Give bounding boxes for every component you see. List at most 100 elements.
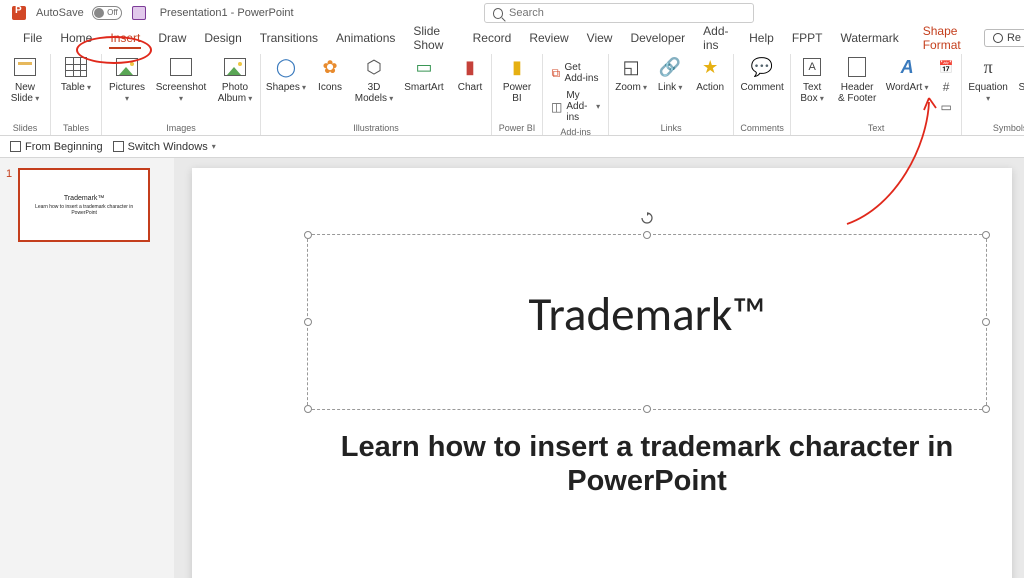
tab-design[interactable]: Design	[195, 28, 250, 48]
resize-handle[interactable]	[304, 318, 312, 326]
group-powerbi: ▮ PowerBI Power BI	[492, 54, 543, 135]
tab-animations[interactable]: Animations	[327, 28, 404, 48]
smartart-icon: ▭	[411, 54, 437, 80]
tab-transitions[interactable]: Transitions	[251, 28, 327, 48]
thumb-number: 1	[6, 168, 12, 242]
slide[interactable]: Trademark™ Learn how to insert a tradema…	[192, 168, 1012, 578]
action-button[interactable]: ★ Action	[691, 54, 729, 93]
photo-album-icon	[222, 54, 248, 80]
3d-models-icon: ⬡	[361, 54, 387, 80]
resize-handle[interactable]	[304, 231, 312, 239]
3d-models-button[interactable]: ⬡ 3DModels	[353, 54, 395, 104]
workarea: 1 Trademark™ Learn how to insert a trade…	[0, 158, 1024, 578]
slide-title[interactable]: Trademark™	[308, 285, 986, 343]
new-slide-button[interactable]: NewSlide	[4, 54, 46, 104]
ribbon-tabs: File Home Insert Draw Design Transitions…	[0, 26, 1024, 50]
powerpoint-icon	[12, 6, 26, 20]
autosave-label: AutoSave	[36, 7, 84, 19]
wordart-button[interactable]: A WordArt	[885, 54, 929, 93]
smartart-button[interactable]: ▭ SmartArt	[401, 54, 447, 93]
slide-thumbnails: 1 Trademark™ Learn how to insert a trade…	[0, 158, 174, 578]
header-footer-button[interactable]: Header& Footer	[835, 54, 879, 104]
zoom-button[interactable]: ◱ Zoom	[613, 54, 649, 93]
equation-button[interactable]: π Equation	[966, 54, 1010, 104]
link-icon: 🔗	[657, 54, 683, 80]
my-addins-button[interactable]: ◫My Add-ins▾	[547, 88, 604, 125]
date-time-button[interactable]: 📅	[935, 58, 957, 76]
tab-developer[interactable]: Developer	[621, 28, 694, 48]
tab-slideshow[interactable]: Slide Show	[404, 21, 463, 55]
screenshot-button[interactable]: Screenshot	[154, 54, 208, 104]
date-icon: 📅	[939, 60, 953, 74]
powerbi-button[interactable]: ▮ PowerBI	[496, 54, 538, 104]
ribbon: NewSlide Slides Table Tables Pictures Sc…	[0, 50, 1024, 136]
search-box[interactable]	[484, 3, 754, 23]
chart-icon: ▮	[457, 54, 483, 80]
store-icon: ⧉	[551, 66, 561, 80]
tab-home[interactable]: Home	[51, 28, 101, 48]
resize-handle[interactable]	[643, 405, 651, 413]
group-links: ◱ Zoom 🔗 Link ★ Action Links	[609, 54, 734, 135]
group-slides: NewSlide Slides	[0, 54, 51, 135]
tab-fppt[interactable]: FPPT	[783, 28, 832, 48]
zoom-icon: ◱	[618, 54, 644, 80]
tab-help[interactable]: Help	[740, 28, 783, 48]
resize-handle[interactable]	[643, 231, 651, 239]
reuse-button[interactable]: Re	[984, 29, 1024, 47]
document-title: Presentation1 - PowerPoint	[160, 7, 294, 19]
symbol-button[interactable]: Ω Symbol	[1016, 54, 1024, 93]
object-icon: ▭	[939, 100, 953, 114]
tab-view[interactable]: View	[578, 28, 622, 48]
tab-file[interactable]: File	[14, 28, 51, 48]
slide-subtitle[interactable]: Learn how to insert a trademark characte…	[307, 430, 987, 498]
group-text: A TextBox Header& Footer A WordArt 📅 # ▭…	[791, 54, 962, 135]
slide-thumbnail-1[interactable]: Trademark™ Learn how to insert a tradema…	[18, 168, 150, 242]
group-comments: 💬 Comment Comments	[734, 54, 791, 135]
tab-watermark[interactable]: Watermark	[831, 28, 907, 48]
slide-number-button[interactable]: #	[935, 78, 957, 96]
tab-record[interactable]: Record	[464, 28, 521, 48]
quick-access: From Beginning Switch Windows▾	[0, 136, 1024, 158]
comment-button[interactable]: 💬 Comment	[738, 54, 786, 93]
shapes-icon: ◯	[273, 54, 299, 80]
new-slide-icon	[12, 54, 38, 80]
pictures-button[interactable]: Pictures	[106, 54, 148, 104]
resize-handle[interactable]	[982, 405, 990, 413]
search-input[interactable]	[509, 7, 745, 19]
switch-windows-button[interactable]: Switch Windows▾	[113, 141, 216, 153]
autosave-toggle[interactable]: Off	[88, 6, 122, 20]
icons-button[interactable]: ✿ Icons	[313, 54, 347, 93]
play-icon	[10, 141, 21, 152]
table-button[interactable]: Table	[55, 54, 97, 93]
slide-canvas[interactable]: Trademark™ Learn how to insert a tradema…	[174, 158, 1024, 578]
photo-album-button[interactable]: PhotoAlbum	[214, 54, 256, 104]
link-button[interactable]: 🔗 Link	[655, 54, 685, 93]
resize-handle[interactable]	[304, 405, 312, 413]
rotate-handle[interactable]	[641, 211, 653, 223]
shapes-button[interactable]: ◯ Shapes	[265, 54, 307, 93]
tab-insert[interactable]: Insert	[101, 28, 149, 48]
header-footer-icon	[844, 54, 870, 80]
from-beginning-button[interactable]: From Beginning	[10, 141, 103, 153]
icons-icon: ✿	[317, 54, 343, 80]
chart-button[interactable]: ▮ Chart	[453, 54, 487, 93]
tab-addins[interactable]: Add-ins	[694, 21, 740, 55]
screenshot-icon	[168, 54, 194, 80]
resize-handle[interactable]	[982, 318, 990, 326]
textbox-button[interactable]: A TextBox	[795, 54, 829, 104]
group-tables: Table Tables	[51, 54, 102, 135]
get-addins-button[interactable]: ⧉Get Add-ins	[547, 60, 604, 86]
object-button[interactable]: ▭	[935, 98, 957, 116]
resize-handle[interactable]	[982, 231, 990, 239]
group-illustrations: ◯ Shapes ✿ Icons ⬡ 3DModels ▭ SmartArt ▮…	[261, 54, 492, 135]
slidenum-icon: #	[939, 80, 953, 94]
search-icon	[493, 8, 503, 19]
tab-draw[interactable]: Draw	[149, 28, 195, 48]
group-addins: ⧉Get Add-ins ◫My Add-ins▾ Add-ins	[543, 54, 609, 135]
tab-review[interactable]: Review	[520, 28, 577, 48]
reuse-icon	[993, 33, 1003, 43]
title-textbox[interactable]: Trademark™	[307, 234, 987, 410]
save-icon[interactable]	[132, 6, 146, 20]
group-symbols: π Equation Ω Symbol Symbols	[962, 54, 1024, 135]
tab-shape-format[interactable]: Shape Format	[914, 21, 984, 55]
